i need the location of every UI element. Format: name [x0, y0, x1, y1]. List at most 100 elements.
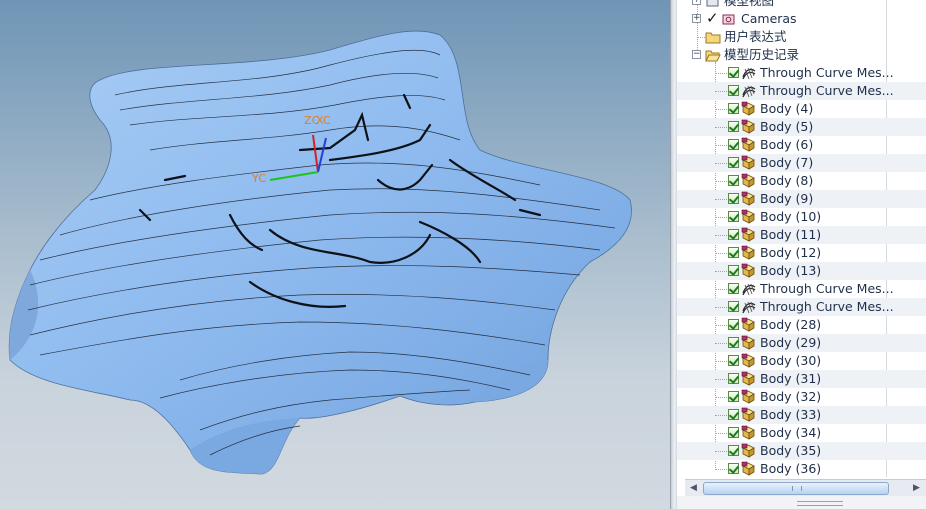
history-item[interactable]: Body (35)	[677, 442, 926, 460]
body-icon	[741, 173, 755, 188]
feature-checkbox[interactable]	[728, 211, 739, 222]
star-solid-body[interactable]	[8, 30, 632, 475]
tree-node-label: 模型视图	[724, 0, 775, 8]
history-item-label: Body (28)	[760, 317, 822, 332]
body-icon	[741, 137, 755, 152]
feature-checkbox[interactable]	[728, 139, 739, 150]
feature-checkbox[interactable]	[728, 319, 739, 330]
feature-checkbox[interactable]	[728, 103, 739, 114]
history-item[interactable]: Body (11)	[677, 226, 926, 244]
feature-checkbox[interactable]	[728, 337, 739, 348]
history-item-label: Body (7)	[760, 155, 814, 170]
history-item[interactable]: Body (12)	[677, 244, 926, 262]
body-icon	[741, 155, 755, 170]
part-navigator: + 模型视图 + ✓ Cameras 用户表达式 − 模型历史记录 Throug…	[677, 0, 926, 509]
history-item-label: Body (35)	[760, 443, 822, 458]
history-item-label: Body (30)	[760, 353, 822, 368]
model-views-icon	[706, 0, 719, 7]
feature-checkbox[interactable]	[728, 427, 739, 438]
body-icon	[741, 461, 755, 476]
history-item[interactable]: Body (34)	[677, 424, 926, 442]
folder-icon	[705, 32, 721, 44]
history-item[interactable]: Body (30)	[677, 352, 926, 370]
history-item[interactable]: Body (29)	[677, 334, 926, 352]
feature-checkbox[interactable]	[728, 67, 739, 78]
body-icon	[741, 101, 755, 116]
feature-checkbox[interactable]	[728, 175, 739, 186]
through-curve-mesh-icon	[742, 67, 756, 80]
history-item-label: Body (8)	[760, 173, 814, 188]
history-item-label: Through Curve Mes...	[760, 299, 894, 314]
history-item[interactable]: Body (7)	[677, 154, 926, 172]
feature-checkbox[interactable]	[728, 409, 739, 420]
horizontal-scrollbar[interactable]: ◀ ▶	[685, 479, 926, 496]
scroll-right-icon[interactable]: ▶	[909, 481, 924, 495]
history-item[interactable]: Body (13)	[677, 262, 926, 280]
history-item[interactable]: Body (32)	[677, 388, 926, 406]
history-item[interactable]: Through Curve Mes...	[677, 82, 926, 100]
history-item-label: Body (9)	[760, 191, 814, 206]
graphics-viewport[interactable]: ZC XC YC	[0, 0, 670, 509]
history-item[interactable]: Body (9)	[677, 190, 926, 208]
model-3d-view[interactable]	[0, 0, 670, 509]
feature-checkbox[interactable]	[728, 247, 739, 258]
feature-checkbox[interactable]	[728, 157, 739, 168]
collapse-toggle[interactable]: −	[692, 50, 701, 59]
feature-checkbox[interactable]	[728, 85, 739, 96]
history-item[interactable]: Body (33)	[677, 406, 926, 424]
camera-icon	[722, 14, 735, 25]
feature-checkbox[interactable]	[728, 283, 739, 294]
feature-checkbox[interactable]	[728, 121, 739, 132]
feature-checkbox[interactable]	[728, 391, 739, 402]
feature-checkbox[interactable]	[728, 265, 739, 276]
history-item[interactable]: Through Curve Mes...	[677, 298, 926, 316]
history-item[interactable]: Body (28)	[677, 316, 926, 334]
history-item-label: Body (5)	[760, 119, 814, 134]
feature-checkbox[interactable]	[728, 229, 739, 240]
history-item-label: Through Curve Mes...	[760, 281, 894, 296]
yc-axis-label: YC	[252, 172, 267, 185]
expand-toggle[interactable]: +	[692, 14, 701, 23]
history-item-label: Body (12)	[760, 245, 822, 260]
tree-node-label: 用户表达式	[724, 29, 787, 44]
through-curve-mesh-icon	[742, 85, 756, 98]
tree-node-label: Cameras	[741, 11, 797, 26]
tree-node-cameras[interactable]: + ✓ Cameras	[677, 10, 926, 28]
tree-node-user-expressions[interactable]: 用户表达式	[677, 28, 926, 46]
through-curve-mesh-icon	[742, 301, 756, 314]
history-item-label: Body (31)	[760, 371, 822, 386]
history-item-label: Body (4)	[760, 101, 814, 116]
body-icon	[741, 263, 755, 278]
resize-grip-icon	[797, 501, 843, 506]
navigator-resize-strip[interactable]	[677, 496, 926, 509]
body-icon	[741, 389, 755, 404]
expand-toggle[interactable]: +	[692, 0, 701, 5]
feature-checkbox[interactable]	[728, 373, 739, 384]
feature-checkbox[interactable]	[728, 463, 739, 474]
feature-checkbox[interactable]	[728, 355, 739, 366]
body-icon	[741, 353, 755, 368]
history-item[interactable]: Body (8)	[677, 172, 926, 190]
history-item-label: Body (29)	[760, 335, 822, 350]
history-item[interactable]: Through Curve Mes...	[677, 280, 926, 298]
history-item[interactable]: Body (31)	[677, 370, 926, 388]
history-item-label: Body (36)	[760, 461, 822, 476]
feature-checkbox[interactable]	[728, 301, 739, 312]
scrollbar-thumb[interactable]	[703, 482, 889, 495]
history-item[interactable]: Body (4)	[677, 100, 926, 118]
feature-checkbox[interactable]	[728, 445, 739, 456]
history-item-label: Through Curve Mes...	[760, 83, 894, 98]
feature-checkbox[interactable]	[728, 193, 739, 204]
history-item[interactable]: Through Curve Mes...	[677, 64, 926, 82]
history-item[interactable]: Body (10)	[677, 208, 926, 226]
history-item-label: Body (13)	[760, 263, 822, 278]
scroll-left-icon[interactable]: ◀	[686, 481, 701, 495]
history-item[interactable]: Body (36)	[677, 460, 926, 478]
visibility-check-icon[interactable]: ✓	[706, 10, 719, 26]
history-item-label: Body (32)	[760, 389, 822, 404]
history-item[interactable]: Body (6)	[677, 136, 926, 154]
history-item[interactable]: Body (5)	[677, 118, 926, 136]
body-icon	[741, 209, 755, 224]
body-icon	[741, 425, 755, 440]
thumb-grip-icon	[792, 486, 802, 491]
